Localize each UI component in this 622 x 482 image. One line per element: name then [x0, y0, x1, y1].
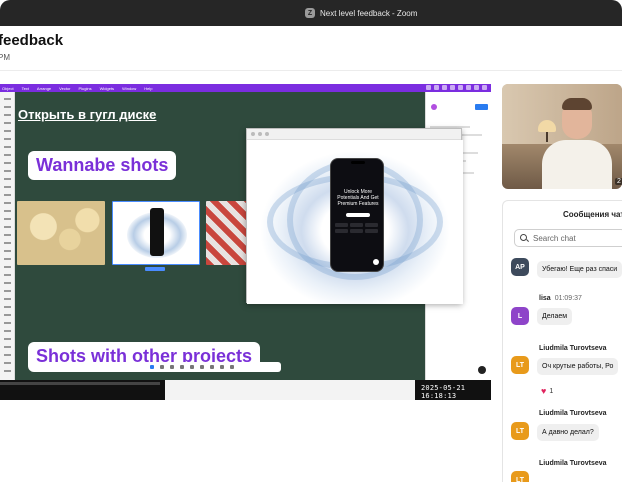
sender-name: Liudmila Turovtseva	[539, 345, 607, 352]
participant-hair	[562, 98, 592, 110]
participant-count-badge: 2	[615, 178, 622, 185]
menu-item: Widgets	[99, 85, 115, 91]
shared-screen[interactable]: Object Text Arrange Vector Plugins Widge…	[0, 84, 491, 400]
phone-feature-chips	[335, 223, 381, 233]
avatar[interactable]: L	[511, 307, 529, 325]
share-button	[475, 104, 488, 110]
chat-search-box[interactable]	[514, 229, 622, 247]
sender-name: Liudmila Turovtseva	[539, 410, 607, 417]
participant-video[interactable]	[502, 84, 622, 189]
heart-icon: ♥	[541, 386, 547, 396]
chat-panel: Сообщения чат AP Убегаю! Еще раз спаси l…	[502, 200, 622, 482]
phone-mockup	[150, 208, 164, 256]
window-title-group: Z Next level feedback - Zoom	[305, 0, 417, 26]
figma-toolbar	[146, 362, 281, 372]
message-time: 01:09:37	[554, 295, 582, 302]
message-reaction[interactable]: ♥ 1	[541, 386, 553, 396]
avatar	[431, 104, 437, 110]
chat-message[interactable]: А давно делал?	[537, 424, 599, 441]
chat-search-input[interactable]	[533, 233, 613, 243]
selection-size-badge	[145, 267, 165, 271]
window-title: Next level feedback - Zoom	[320, 8, 418, 18]
avatar[interactable]: LT	[511, 422, 529, 440]
phone-cta-button	[346, 213, 370, 217]
menu-item: Vector	[59, 85, 71, 91]
avatar[interactable]: AP	[511, 258, 529, 276]
phone-action-icon	[373, 259, 379, 265]
sender-name: Liudmila Turovtseva	[539, 460, 607, 467]
chat-message[interactable]: Убегаю! Еще раз спаси	[537, 261, 622, 278]
sender-name: lisa	[539, 295, 551, 302]
phone-headline: Unlock More Potentials And Get Premium F…	[337, 189, 379, 207]
avatar[interactable]: LT	[511, 471, 529, 482]
reaction-count: 1	[549, 387, 554, 395]
message-sender: lisa 01:09:37	[539, 295, 582, 302]
canvas-heading: Открыть в гугл диске	[18, 107, 157, 122]
menu-item: Text	[21, 85, 29, 91]
zoom-logo-icon: Z	[305, 8, 315, 18]
message-sender: Liudmila Turovtseva	[539, 460, 607, 467]
menu-item: Plugins	[78, 85, 92, 91]
chat-message[interactable]: Оч крутые работы, Ро	[537, 358, 619, 375]
preview-artwork: Unlock More Potentials And Get Premium F…	[247, 140, 463, 304]
shot-frame	[206, 201, 248, 265]
help-icon	[478, 366, 486, 374]
participant-body	[542, 140, 612, 189]
figma-layers-panel	[0, 92, 15, 380]
phone-mockup: Unlock More Potentials And Get Premium F…	[330, 158, 384, 272]
menu-item: Arrange	[36, 85, 52, 91]
shared-screen-taskbar	[0, 380, 491, 400]
figma-menubar: Object Text Arrange Vector Plugins Widge…	[0, 84, 491, 92]
chat-title: Сообщения чат	[563, 210, 622, 219]
lamp-shade	[538, 120, 556, 132]
lamp-stem	[546, 132, 548, 142]
menu-item: Window	[122, 85, 137, 91]
system-tray	[426, 85, 487, 90]
timeline-track	[0, 382, 160, 385]
meeting-subtitle: PM	[0, 53, 10, 62]
message-sender: Liudmila Turovtseva	[539, 345, 607, 352]
window-titlebar: Z Next level feedback - Zoom	[0, 0, 622, 26]
preview-toolbar	[247, 129, 461, 140]
avatar[interactable]: LT	[511, 356, 529, 374]
wannabe-shots-label: Wannabe shots	[28, 151, 177, 180]
preview-window: Unlock More Potentials And Get Premium F…	[246, 128, 463, 304]
meeting-title: feedback	[0, 32, 64, 49]
file-list-strip	[165, 380, 415, 400]
shot-frame-selected	[112, 201, 200, 265]
chat-message[interactable]: Делаем	[537, 308, 573, 325]
menu-item: Object	[2, 85, 14, 91]
search-icon	[520, 233, 529, 243]
message-sender: Liudmila Turovtseva	[539, 410, 607, 417]
recording-timestamp: 2025-05-21 16:18:13	[421, 384, 466, 400]
shot-frame	[17, 201, 105, 265]
phone-notch	[351, 161, 365, 164]
menu-item: Help	[144, 85, 153, 91]
header-divider	[0, 70, 622, 71]
